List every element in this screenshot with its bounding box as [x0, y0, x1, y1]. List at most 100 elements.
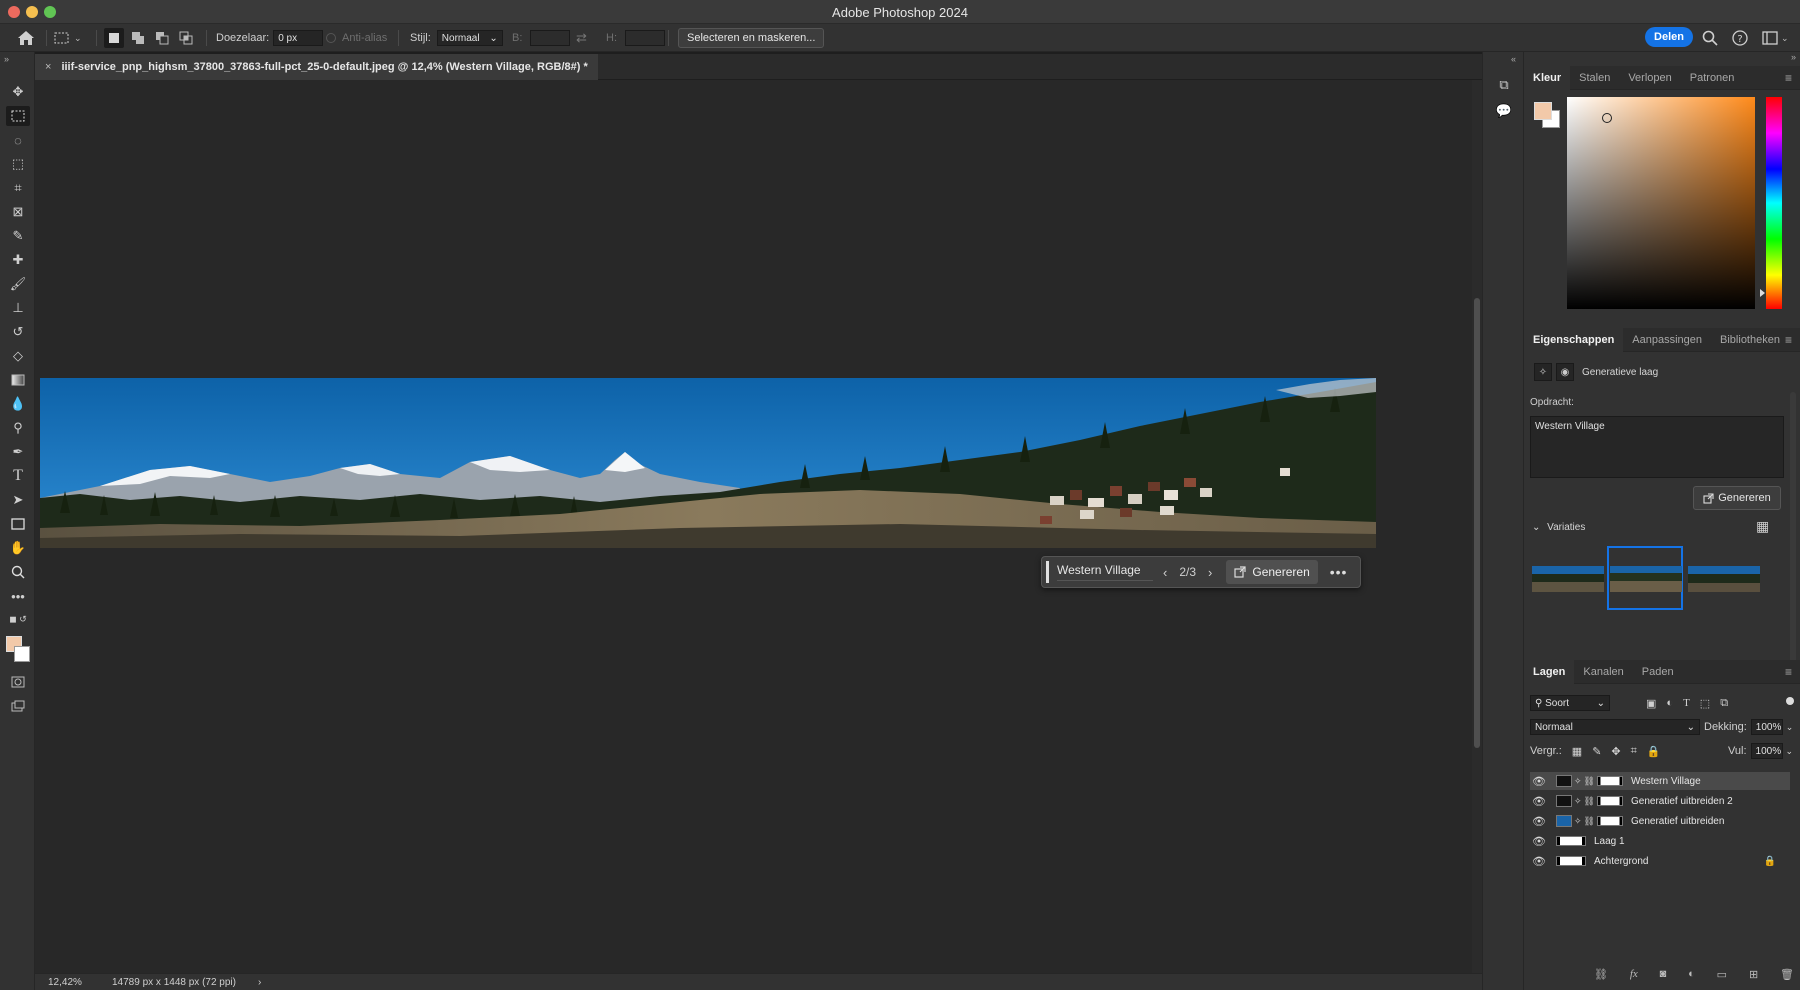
- edit-toolbar-button[interactable]: •••: [6, 586, 30, 606]
- lock-transparent-icon[interactable]: ▦: [1572, 745, 1582, 758]
- quick-mask-button[interactable]: [6, 672, 30, 692]
- type-tool[interactable]: T: [6, 466, 30, 486]
- grid-view-icon[interactable]: ▦: [1756, 518, 1769, 535]
- new-layer-icon[interactable]: ⊞: [1749, 968, 1758, 984]
- panel-menu-icon[interactable]: ≡: [1785, 333, 1792, 347]
- tab-lagen[interactable]: Lagen: [1524, 659, 1575, 684]
- variation-thumbnail[interactable]: [1688, 566, 1760, 592]
- hue-slider-marker[interactable]: [1760, 289, 1765, 297]
- filter-type-icon[interactable]: T: [1683, 697, 1690, 709]
- visibility-eye-icon[interactable]: 👁: [1530, 795, 1548, 808]
- vertical-scrollbar[interactable]: [1472, 80, 1482, 973]
- width-input[interactable]: [530, 30, 571, 46]
- layer-row[interactable]: 👁 Laag 1: [1530, 832, 1790, 850]
- mask-icon[interactable]: ◉: [1556, 363, 1574, 381]
- properties-generate-button[interactable]: Genereren: [1693, 486, 1781, 510]
- hand-tool[interactable]: ✋: [6, 538, 30, 558]
- mask-thumbnail[interactable]: [1596, 796, 1623, 806]
- pen-tool[interactable]: ✒: [6, 442, 30, 462]
- link-layers-icon[interactable]: ⛓: [1594, 968, 1608, 984]
- subtract-from-selection-button[interactable]: [152, 28, 172, 48]
- home-button[interactable]: [14, 28, 38, 48]
- mask-thumbnail[interactable]: [1596, 776, 1623, 786]
- intersect-selection-button[interactable]: [176, 28, 196, 48]
- generate-button[interactable]: Genereren: [1226, 560, 1318, 584]
- properties-scrollbar[interactable]: [1790, 392, 1796, 682]
- add-to-selection-button[interactable]: [128, 28, 148, 48]
- variation-thumbnail-selected[interactable]: [1610, 566, 1682, 592]
- layer-effects-icon[interactable]: fx: [1630, 968, 1638, 984]
- filter-pixel-layer-icon[interactable]: ▣: [1646, 697, 1656, 710]
- canvas-area[interactable]: Western Village ‹ 2/3 › Genereren •••: [35, 80, 1472, 973]
- layer-row[interactable]: 👁 ✧ ⛓ Generatief uitbreiden 2: [1530, 792, 1790, 810]
- fill-input[interactable]: 100%: [1750, 743, 1783, 759]
- blur-tool[interactable]: 💧: [6, 394, 30, 414]
- screen-mode-button[interactable]: [6, 696, 30, 716]
- delete-layer-icon[interactable]: 🗑: [1780, 968, 1794, 984]
- color-field[interactable]: [1567, 97, 1755, 309]
- rectangular-marquee-tool[interactable]: [6, 106, 30, 126]
- filter-adjustment-icon[interactable]: ◐: [1666, 697, 1673, 709]
- antialias-checkbox[interactable]: [326, 33, 336, 43]
- layer-lock-icon[interactable]: 🔒: [1764, 856, 1776, 867]
- visibility-eye-icon[interactable]: 👁: [1530, 835, 1548, 848]
- previous-variation-button[interactable]: ‹: [1163, 565, 1167, 580]
- dodge-tool[interactable]: ⚲: [6, 418, 30, 438]
- select-and-mask-button[interactable]: Selecteren en maskeren...: [678, 28, 825, 48]
- visibility-eye-icon[interactable]: 👁: [1530, 775, 1548, 788]
- brush-tool[interactable]: 🖌: [6, 274, 30, 294]
- opacity-input[interactable]: 100%: [1750, 719, 1783, 735]
- layer-filter-select[interactable]: ⚲ Soort ⌄: [1530, 695, 1610, 711]
- prompt-textarea[interactable]: Western Village: [1530, 416, 1784, 478]
- tab-kanalen[interactable]: Kanalen: [1574, 660, 1632, 684]
- new-group-icon[interactable]: ▭: [1717, 968, 1727, 984]
- move-tool[interactable]: ✥: [6, 82, 30, 102]
- link-icon[interactable]: ⛓: [1584, 816, 1595, 827]
- height-input[interactable]: [625, 30, 665, 46]
- link-icon[interactable]: ⛓: [1584, 776, 1595, 787]
- lasso-tool[interactable]: ◌: [6, 130, 30, 150]
- filter-toggle[interactable]: [1786, 697, 1794, 705]
- panel-menu-icon[interactable]: ≡: [1785, 665, 1792, 679]
- lock-image-icon[interactable]: ✎: [1592, 745, 1601, 758]
- history-brush-tool[interactable]: ↺: [6, 322, 30, 342]
- search-button[interactable]: [1702, 28, 1718, 48]
- layer-row[interactable]: 👁 ✧ ⛓ Generatief uitbreiden: [1530, 812, 1790, 830]
- collapse-arrows-icon[interactable]: »: [4, 54, 9, 64]
- blend-mode-select[interactable]: Normaal ⌄: [1530, 719, 1700, 735]
- status-menu-arrow[interactable]: ›: [258, 977, 261, 988]
- close-icon[interactable]: ×: [45, 61, 51, 73]
- next-variation-button[interactable]: ›: [1208, 565, 1212, 580]
- hue-slider[interactable]: [1766, 97, 1782, 309]
- help-button[interactable]: ?: [1732, 28, 1748, 48]
- collapse-panels-icon[interactable]: »: [1791, 52, 1796, 62]
- variations-header[interactable]: ⌄ Variaties: [1532, 522, 1585, 533]
- vertical-scroll-thumb[interactable]: [1474, 298, 1480, 748]
- comments-panel-button[interactable]: 💬: [1494, 102, 1514, 120]
- feather-input[interactable]: 0 px: [273, 30, 324, 46]
- color-picker-cursor[interactable]: [1602, 113, 1612, 123]
- collapse-dock-icon[interactable]: «: [1511, 54, 1516, 64]
- prompt-input[interactable]: Western Village: [1057, 563, 1153, 581]
- add-mask-icon[interactable]: ◙: [1660, 968, 1667, 984]
- mask-thumbnail[interactable]: [1596, 816, 1623, 826]
- zoom-tool[interactable]: [6, 562, 30, 582]
- history-panel-button[interactable]: ⧉: [1494, 76, 1514, 94]
- tab-patronen[interactable]: Patronen: [1681, 66, 1744, 90]
- workspace-button[interactable]: ⌄: [1762, 28, 1789, 48]
- style-select[interactable]: Normaal ⌄: [436, 30, 503, 46]
- swap-dimensions-button[interactable]: ⇄: [576, 28, 587, 48]
- layer-row[interactable]: 👁 ✧ ⛓ Western Village: [1530, 772, 1790, 790]
- rectangle-tool[interactable]: [6, 514, 30, 534]
- healing-brush-tool[interactable]: ✚: [6, 250, 30, 270]
- visibility-eye-icon[interactable]: 👁: [1530, 815, 1548, 828]
- chevron-down-icon[interactable]: ⌄: [1786, 722, 1794, 733]
- eraser-tool[interactable]: ◇: [6, 346, 30, 366]
- filter-shape-icon[interactable]: ⬚: [1700, 697, 1710, 710]
- visibility-eye-icon[interactable]: 👁: [1530, 855, 1548, 868]
- gradient-tool[interactable]: [6, 370, 30, 390]
- new-selection-button[interactable]: [104, 28, 124, 48]
- share-button[interactable]: Delen: [1645, 27, 1693, 47]
- link-icon[interactable]: ⛓: [1584, 796, 1595, 807]
- object-selection-tool[interactable]: ⬚: [6, 154, 30, 174]
